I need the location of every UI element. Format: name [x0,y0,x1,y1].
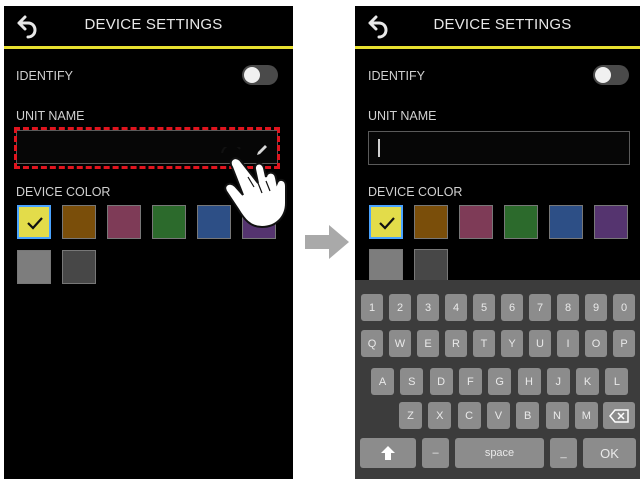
key-6[interactable]: 6 [501,294,523,321]
backspace-icon [609,408,629,423]
device-color-label: DEVICE COLOR [368,185,463,199]
key-8[interactable]: 8 [557,294,579,321]
device-settings-screen-after: DEVICE SETTINGS IDENTIFY UNIT NAME DEVIC… [355,6,640,479]
unit-name-label: UNIT NAME [16,109,85,123]
color-swatch-gray[interactable] [369,249,403,283]
header-bar: DEVICE SETTINGS [355,6,640,49]
identify-toggle[interactable] [242,65,278,85]
color-swatch-magenta[interactable] [459,205,493,239]
key-c[interactable]: C [457,402,481,429]
key-y[interactable]: Y [501,330,523,357]
key-b[interactable]: B [516,402,540,429]
page-title: DEVICE SETTINGS [84,16,223,33]
color-swatch-yellow[interactable] [17,205,51,239]
key-f[interactable]: F [458,368,482,395]
color-swatch-gray[interactable] [17,250,51,284]
key-0[interactable]: 0 [613,294,635,321]
header-bar: DEVICE SETTINGS [4,6,293,49]
key-i[interactable]: I [557,330,579,357]
key-2[interactable]: 2 [389,294,411,321]
check-icon [379,217,395,230]
key-k[interactable]: K [576,368,600,395]
key-o[interactable]: O [585,330,607,357]
key-a[interactable]: A [371,368,394,395]
dash-key[interactable]: – [422,438,449,468]
key-r[interactable]: R [445,330,467,357]
check-icon [27,217,43,230]
key-g[interactable]: G [488,368,512,395]
key-1[interactable]: 1 [361,294,383,321]
key-7[interactable]: 7 [529,294,551,321]
identify-label: IDENTIFY [16,69,73,83]
color-swatch-magenta[interactable] [107,205,141,239]
color-swatch-brown[interactable] [414,205,448,239]
color-swatch-yellow[interactable] [369,205,403,239]
color-swatch-green[interactable] [504,205,538,239]
on-screen-keyboard: – space _ OK 1234567890 QWERTYUIOP ASDFGHJ… [355,280,640,479]
text-caret [378,139,380,157]
device-settings-screen-before: DEVICE SETTINGS IDENTIFY UNIT NAME DEVIC… [4,6,293,479]
color-swatch-purple[interactable] [594,205,628,239]
tapping-hand-icon [221,147,287,229]
key-l[interactable]: L [605,368,629,395]
color-swatch-dark-gray[interactable] [414,249,448,283]
key-3[interactable]: 3 [417,294,439,321]
underscore-key[interactable]: _ [550,438,577,468]
key-e[interactable]: E [417,330,439,357]
toggle-knob [244,67,260,83]
key-t[interactable]: T [473,330,495,357]
toggle-knob [595,67,611,83]
shift-icon [381,446,395,460]
key-u[interactable]: U [529,330,551,357]
key-z[interactable]: Z [399,402,422,429]
key-n[interactable]: N [545,402,569,429]
shift-key[interactable] [360,438,416,468]
key-x[interactable]: X [428,402,452,429]
identify-label: IDENTIFY [368,69,425,83]
key-q[interactable]: Q [361,330,383,357]
key-5[interactable]: 5 [473,294,495,321]
color-swatch-brown[interactable] [62,205,96,239]
ok-key[interactable]: OK [583,438,636,468]
key-p[interactable]: P [613,330,635,357]
key-9[interactable]: 9 [585,294,607,321]
color-swatch-dark-gray[interactable] [62,250,96,284]
unit-name-label: UNIT NAME [368,109,437,123]
key-j[interactable]: J [546,368,570,395]
device-color-label: DEVICE COLOR [16,185,111,199]
unit-name-field[interactable] [368,131,630,165]
space-key[interactable]: space [455,438,544,468]
key-4[interactable]: 4 [445,294,467,321]
key-v[interactable]: V [486,402,510,429]
key-w[interactable]: W [389,330,411,357]
key-h[interactable]: H [517,368,541,395]
identify-toggle[interactable] [593,65,629,85]
key-m[interactable]: M [574,402,598,429]
color-swatch-blue[interactable] [549,205,583,239]
color-swatch-green[interactable] [152,205,186,239]
page-title: DEVICE SETTINGS [433,16,572,33]
backspace-key[interactable] [603,402,635,429]
right-arrow-icon [305,225,349,259]
key-d[interactable]: D [429,368,453,395]
key-s[interactable]: S [400,368,424,395]
